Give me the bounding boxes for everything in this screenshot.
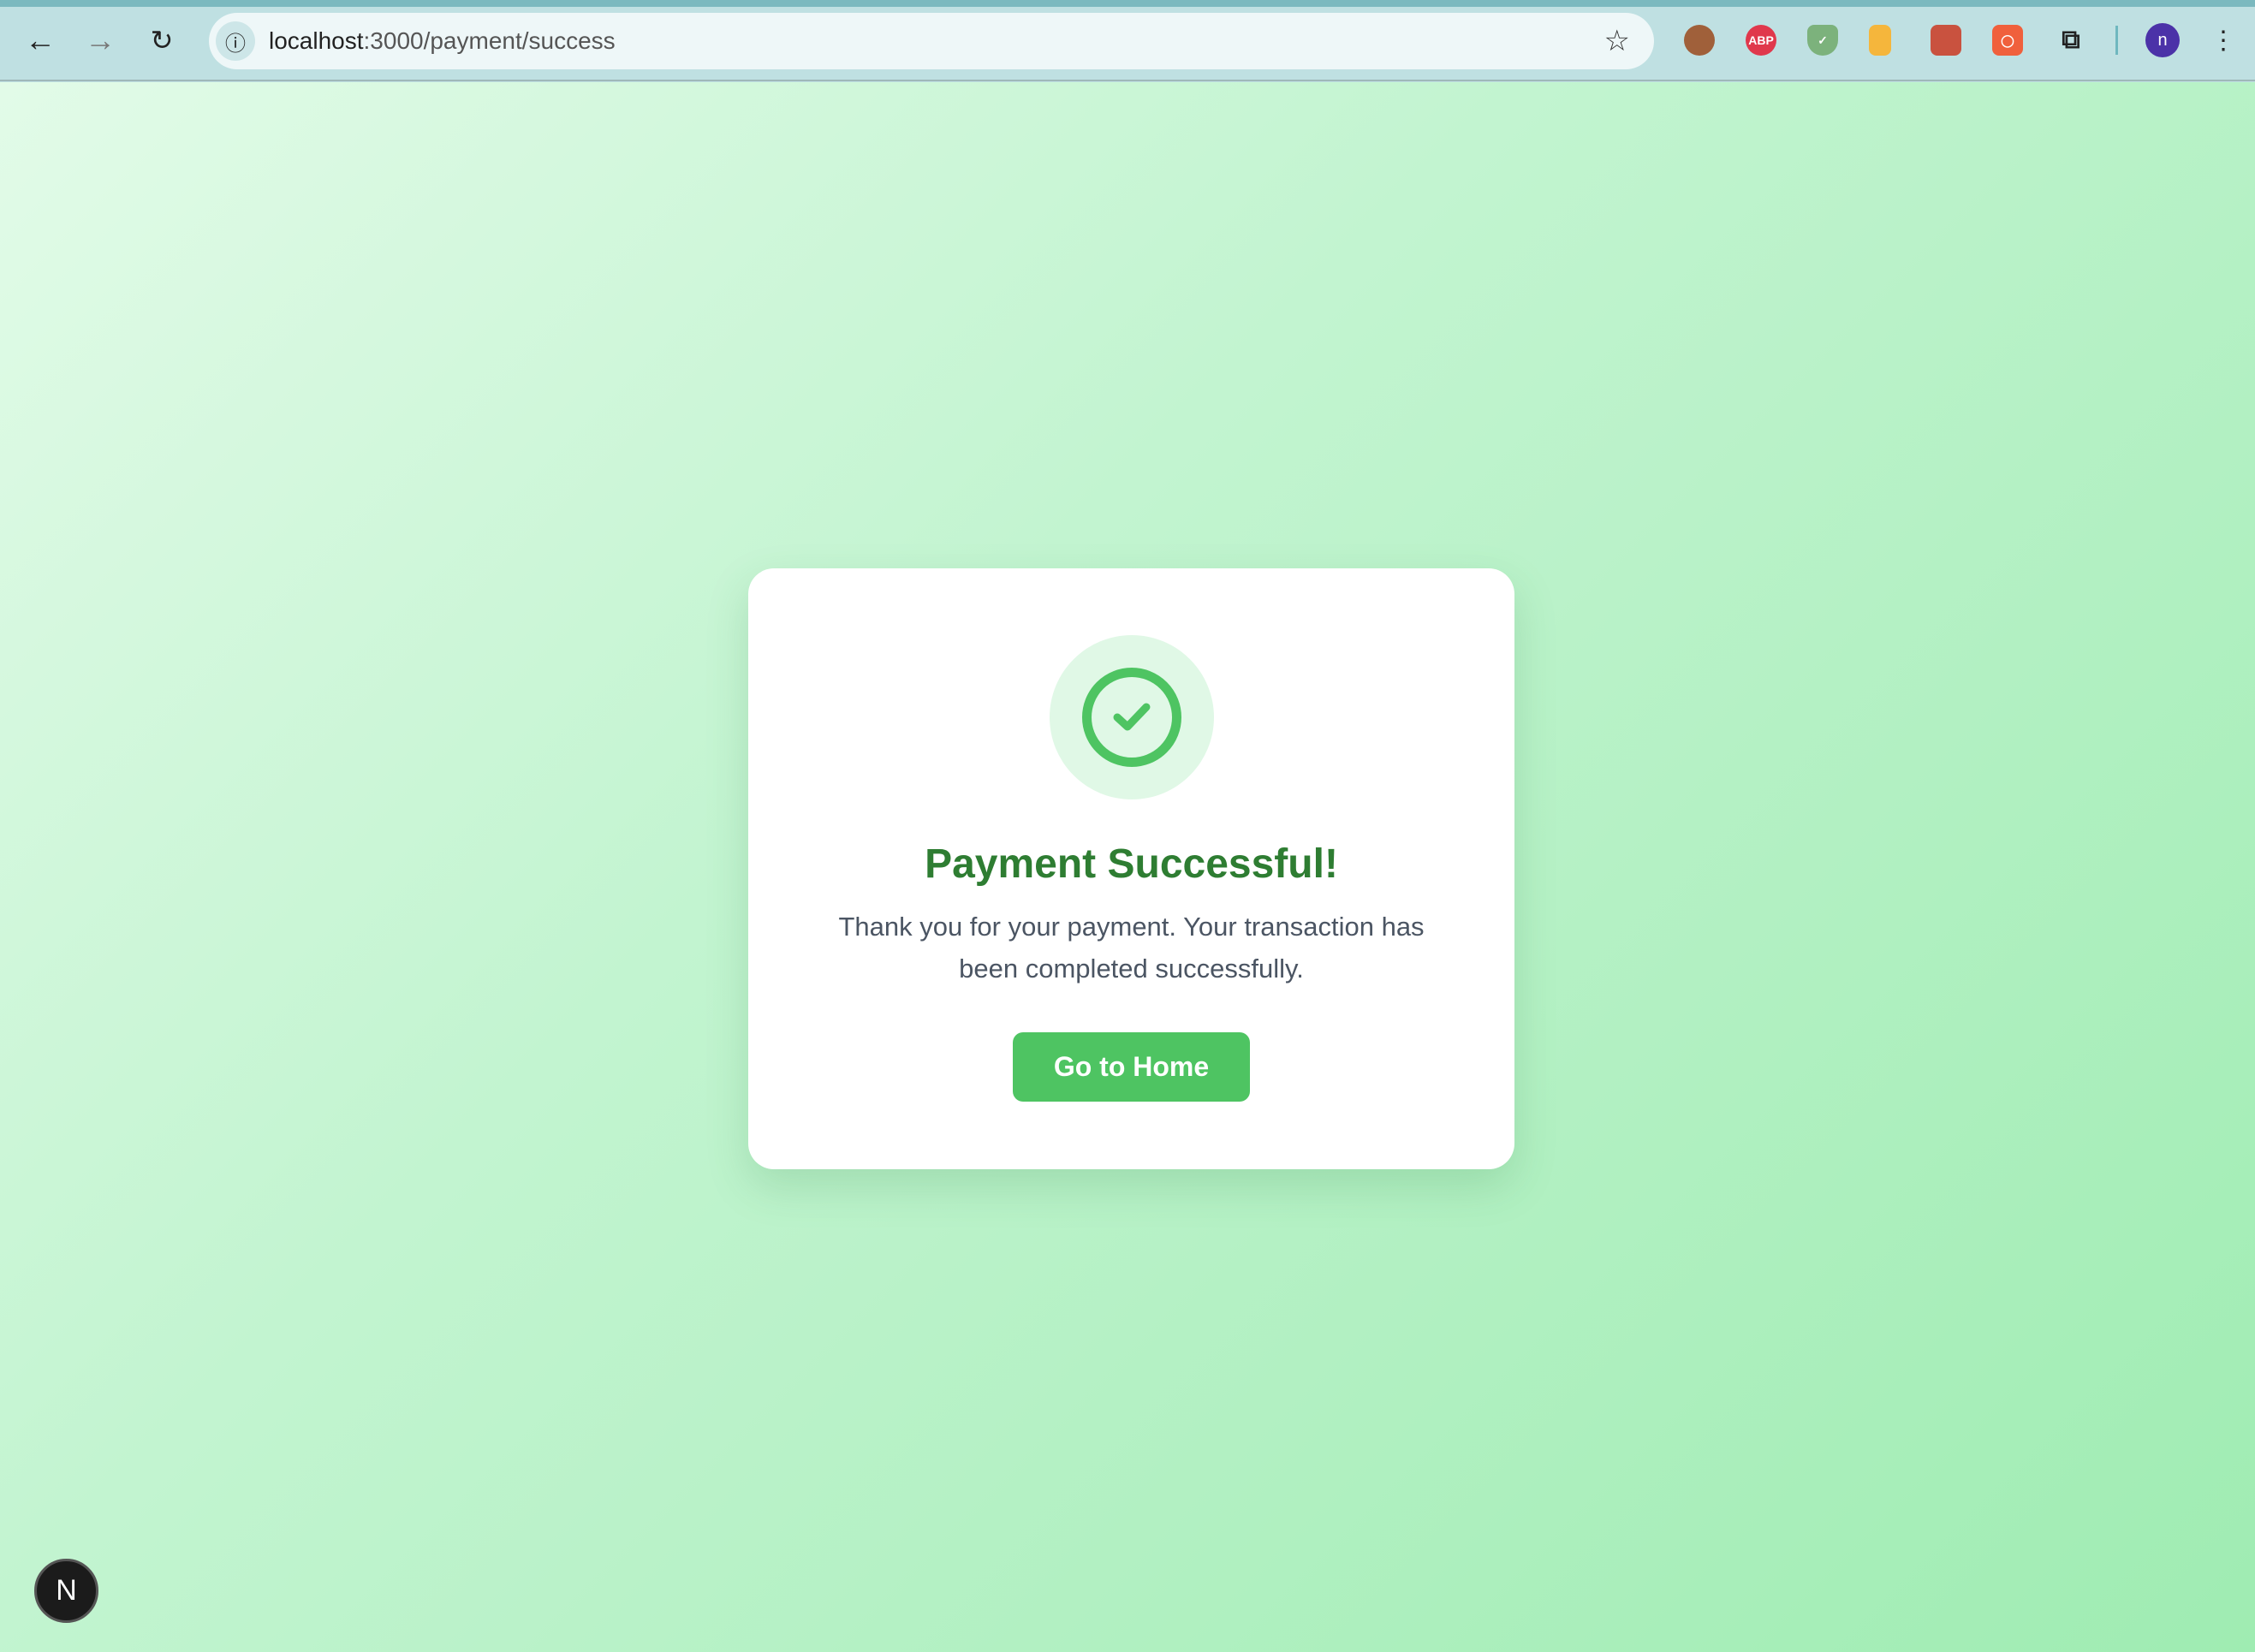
record-extension-icon[interactable]: ◯ <box>1992 25 2023 56</box>
success-icon-halo <box>1050 635 1214 799</box>
success-message: Thank you for your payment. Your transac… <box>838 912 1425 983</box>
back-button[interactable]: ← <box>22 22 58 58</box>
shield-extension-icon[interactable]: ✓ <box>1807 25 1838 56</box>
page-title: Payment Successful! <box>925 841 1338 887</box>
page-background: Payment Successful! Thank you for your p… <box>0 82 2255 1652</box>
tab-strip <box>0 0 2255 7</box>
nextjs-dev-badge[interactable]: N <box>34 1559 98 1623</box>
forward-button[interactable]: → <box>82 22 118 58</box>
menu-kebab-icon[interactable]: ⋮ <box>2205 22 2241 58</box>
site-info-icon[interactable]: ⓘ <box>216 21 255 61</box>
success-card: Payment Successful! Thank you for your p… <box>748 568 1514 1169</box>
check-circle-icon <box>1082 668 1181 767</box>
cookie-extension-icon[interactable] <box>1684 25 1715 56</box>
bookmark-star-icon[interactable]: ☆ <box>1604 24 1630 58</box>
address-bar[interactable]: ⓘ localhost:3000/payment/success ☆ <box>209 13 1654 69</box>
browser-toolbar: ← → ↻ ⓘ localhost:3000/payment/success ☆… <box>0 0 2255 81</box>
url-text[interactable]: localhost:3000/payment/success <box>269 27 616 55</box>
extensions-puzzle-icon[interactable]: ⧉ <box>2056 25 2086 56</box>
reload-button[interactable]: ↻ <box>144 22 180 58</box>
notes-extension-icon[interactable] <box>1869 25 1891 56</box>
grid-extension-icon[interactable] <box>1931 25 1961 56</box>
go-to-home-button[interactable]: Go to Home <box>1013 1032 1250 1102</box>
profile-avatar[interactable]: n <box>2145 23 2180 57</box>
toolbar-divider <box>2115 26 2118 55</box>
url-host: localhost <box>269 27 364 54</box>
url-path: :3000/payment/success <box>363 27 616 54</box>
adblock-extension-icon[interactable]: ABP <box>1746 25 1776 56</box>
